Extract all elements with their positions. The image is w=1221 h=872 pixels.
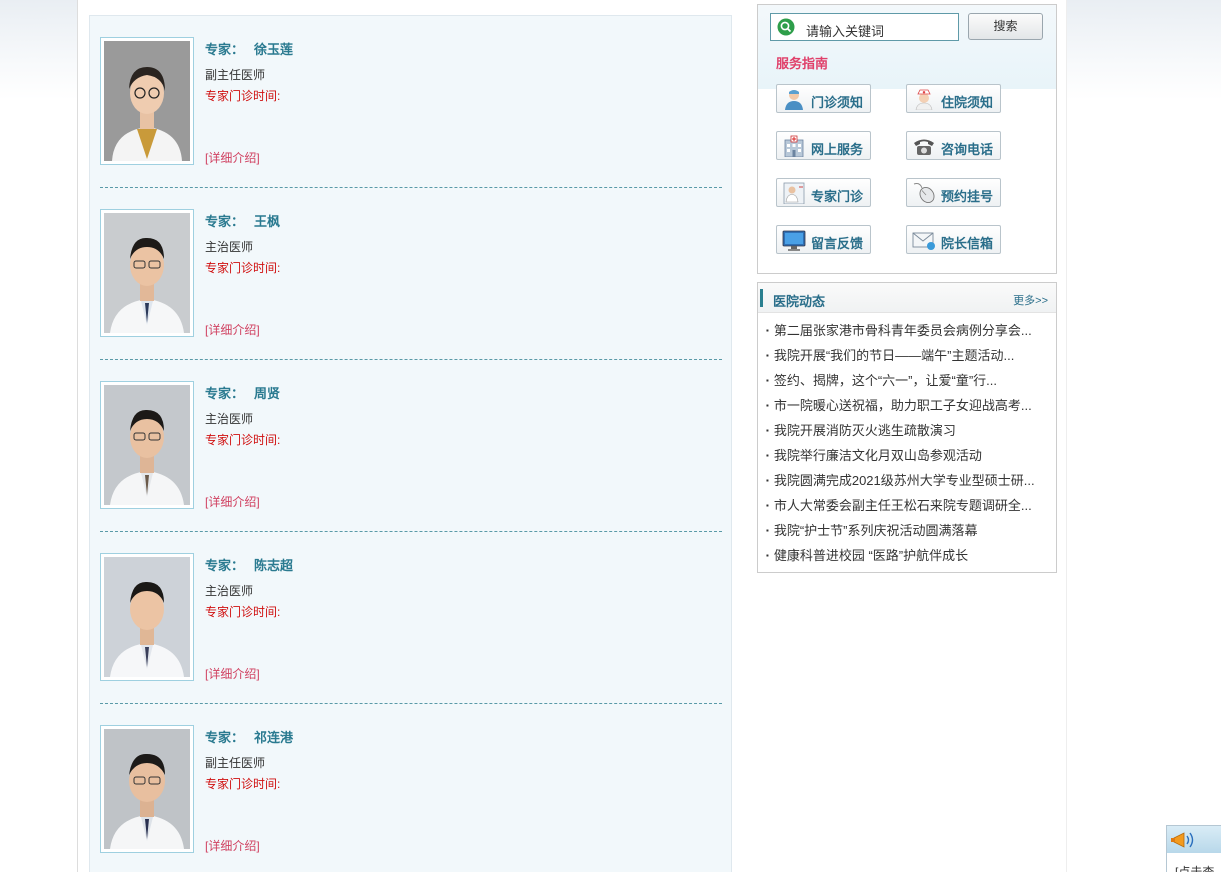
news-item[interactable]: 我院圆满完成2021级苏州大学专业型硕士研... [766, 471, 1056, 496]
doctor-photo[interactable] [100, 381, 194, 509]
news-item[interactable]: 我院开展“我们的节日——端午”主题活动... [766, 346, 1056, 371]
news-header-bar [760, 289, 763, 307]
floating-widget-header [1167, 826, 1221, 853]
doctor-name[interactable]: 专家： 王枫 [205, 211, 280, 230]
floating-notice-widget[interactable]: [点击查 [1166, 825, 1221, 872]
floating-widget-text: [点击查 [1175, 865, 1215, 872]
consult-phone-button[interactable]: 咨询电话 [906, 131, 1001, 160]
doctor-name[interactable]: 专家： 徐玉莲 [205, 39, 293, 58]
doctor-photo[interactable] [100, 553, 194, 681]
feedback-button[interactable]: 留言反馈 [776, 225, 871, 254]
doctor-clinic-time: 专家门诊时间: [205, 433, 281, 447]
doctor-title: 主治医师 [205, 584, 254, 598]
doctor-portrait-icon [104, 41, 190, 161]
doctor-name[interactable]: 专家： 祁连港 [205, 727, 293, 746]
doctor-title: 主治医师 [205, 240, 254, 254]
doctor-photo[interactable] [100, 725, 194, 853]
search-input[interactable]: 请输入关键词 [770, 13, 959, 41]
doctor-name[interactable]: 专家： 陈志超 [205, 555, 293, 574]
service-guide-panel: 请输入关键词 搜索 服务指南 门诊须知 住院须知 网上服务 咨询电话 专家门诊 … [757, 4, 1057, 274]
doctor-title: 副主任医师 [205, 68, 266, 82]
news-item[interactable]: 市一院暖心送祝福，助力职工子女迎战高考... [766, 396, 1056, 421]
doctor-detail-link[interactable]: [详细介绍] [205, 837, 260, 854]
doctor-detail-link[interactable]: [详细介绍] [205, 149, 260, 166]
doctor-card: 专家： 徐玉莲 副主任医师 专家门诊时间: [详细介绍] [100, 16, 722, 188]
news-item[interactable]: 第二届张家港市骨科青年委员会病例分享会... [766, 321, 1056, 346]
doctor-name[interactable]: 专家： 周贤 [205, 383, 280, 402]
hospital-news-panel: 医院动态 更多>> 第二届张家港市骨科青年委员会病例分享会... 我院开展“我们… [757, 282, 1057, 573]
news-title: 医院动态 [773, 294, 826, 309]
doctor-detail-link[interactable]: [详细介绍] [205, 321, 260, 338]
doctor-title: 副主任医师 [205, 756, 266, 770]
megaphone-icon [1171, 832, 1194, 848]
doctor-card: 专家： 陈志超 主治医师 专家门诊时间: [详细介绍] [100, 532, 722, 704]
doctor-portrait-icon [104, 213, 190, 333]
news-item[interactable]: 我院“护士节”系列庆祝活动圆满落幕 [766, 521, 1056, 546]
doctor-portrait-icon [104, 557, 190, 677]
doctor-list: 专家： 徐玉莲 副主任医师 专家门诊时间: [详细介绍] 专家： 王枫 主治医师 专… [89, 15, 732, 872]
expert-clinic-button[interactable]: 专家门诊 [776, 178, 871, 207]
doctor-clinic-time: 专家门诊时间: [205, 777, 281, 791]
doctor-card: 专家： 王枫 主治医师 专家门诊时间: [详细介绍] [100, 188, 722, 360]
search-placeholder: 请输入关键词 [806, 24, 885, 39]
appointment-button[interactable]: 预约挂号 [906, 178, 1001, 207]
service-guide-title: 服务指南 [776, 56, 829, 71]
news-item[interactable]: 健康科普进校园 “医路”护航伴成长 [766, 546, 1056, 571]
news-item[interactable]: 市人大常委会副主任王松石来院专题调研全... [766, 496, 1056, 521]
director-mailbox-button[interactable]: 院长信箱 [906, 225, 1001, 254]
news-item[interactable]: 我院举行廉洁文化月双山岛参观活动 [766, 446, 1056, 471]
doctor-detail-link[interactable]: [详细介绍] [205, 493, 260, 510]
doctor-portrait-icon [104, 729, 190, 849]
doctor-clinic-time: 专家门诊时间: [205, 89, 281, 103]
news-header: 医院动态 更多>> [758, 283, 1056, 313]
search-area: 请输入关键词 搜索 服务指南 [758, 5, 1056, 89]
envelope-icon [912, 232, 935, 250]
doctor-photo[interactable] [100, 209, 194, 337]
news-more-link[interactable]: 更多>> [1013, 292, 1048, 308]
news-item[interactable]: 我院开展消防灭火逃生疏散演习 [766, 421, 1056, 446]
news-list: 第二届张家港市骨科青年委员会病例分享会... 我院开展“我们的节日——端午”主题… [766, 321, 1056, 571]
doctor-clinic-time: 专家门诊时间: [205, 605, 281, 619]
online-service-button[interactable]: 网上服务 [776, 131, 871, 160]
doctor-title: 主治医师 [205, 412, 254, 426]
mouse-icon [913, 183, 935, 203]
news-item[interactable]: 签约、揭牌，这个“六一”，让爱“童”行... [766, 371, 1056, 396]
inpatient-notice-button[interactable]: 住院须知 [906, 84, 1001, 113]
outpatient-notice-button[interactable]: 门诊须知 [776, 84, 871, 113]
search-icon [777, 18, 795, 36]
doctor-card: 专家： 祁连港 副主任医师 专家门诊时间: [详细介绍] [100, 704, 722, 872]
search-button[interactable]: 搜索 [968, 13, 1043, 40]
doctor-portrait-icon [104, 385, 190, 505]
doctor-card: 专家： 周贤 主治医师 专家门诊时间: [详细介绍] [100, 360, 722, 532]
hospital-building-icon [784, 135, 804, 157]
telephone-icon [914, 139, 934, 155]
nurse-cap-icon [915, 89, 933, 110]
doctor-detail-link[interactable]: [详细介绍] [205, 665, 260, 682]
monitor-icon [782, 230, 806, 251]
nurse-icon [785, 90, 803, 110]
doctor-clinic-time: 专家门诊时间: [205, 261, 281, 275]
doctor-card-icon [783, 182, 805, 204]
doctor-photo[interactable] [100, 37, 194, 165]
